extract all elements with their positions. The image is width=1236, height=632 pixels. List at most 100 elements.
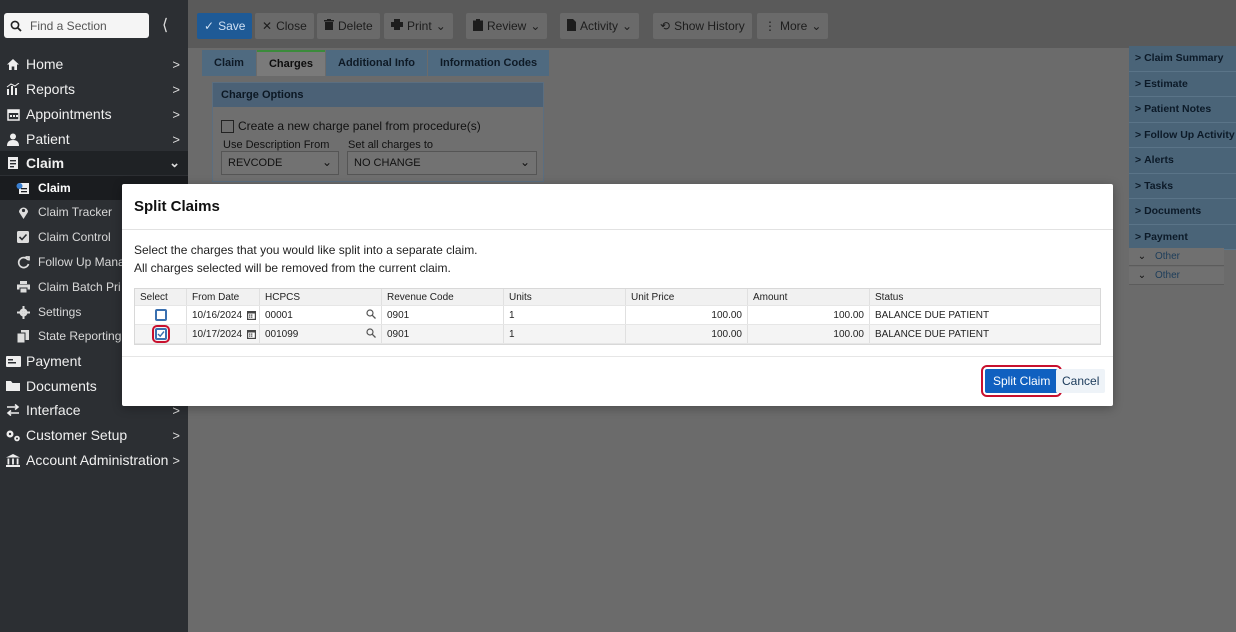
calendar-icon xyxy=(0,108,26,121)
use-description-label: Use Description From xyxy=(223,139,330,151)
bank-icon xyxy=(0,453,26,467)
rp-alerts[interactable]: > Alerts xyxy=(1129,148,1236,174)
row-select-checkbox[interactable] xyxy=(151,325,170,343)
nav-appointments[interactable]: Appointments > xyxy=(0,102,188,126)
dialog-title: Split Claims xyxy=(134,198,220,215)
set-all-charges-select[interactable]: NO CHANGE ⌄ xyxy=(347,151,537,175)
chevron-right-icon: > xyxy=(1135,103,1142,116)
nav-customer-setup[interactable]: Customer Setup > xyxy=(0,423,188,447)
chevron-right-icon: > xyxy=(172,427,180,443)
other-label: Other xyxy=(1155,270,1181,281)
trash-icon xyxy=(324,19,334,33)
chevron-down-icon: ⌄ xyxy=(622,19,633,33)
chevron-down-icon: ⌄ xyxy=(1137,251,1147,262)
calendar-icon[interactable] xyxy=(247,310,257,320)
amount-cell: 100.00 xyxy=(748,306,870,324)
nav-patient[interactable]: Patient > xyxy=(0,127,188,151)
print-button[interactable]: Print ⌄ xyxy=(384,13,453,39)
right-panel: > Claim Summary > Estimate > Patient Not… xyxy=(1129,46,1236,250)
save-button[interactable]: ✓ Save xyxy=(197,13,253,39)
calendar-icon[interactable] xyxy=(247,329,257,339)
rp-documents[interactable]: > Documents xyxy=(1129,199,1236,225)
toolbar: ✓ Save ✕ Close Delete Print ⌄ Review ⌄ A… xyxy=(188,0,1236,48)
column-header[interactable]: Amount xyxy=(748,289,870,305)
use-description-select[interactable]: REVCODE ⌄ xyxy=(221,151,339,175)
activity-button[interactable]: Activity ⌄ xyxy=(560,13,640,39)
rp-follow-up-activity[interactable]: > Follow Up Activity xyxy=(1129,123,1236,148)
search-placeholder: Find a Section xyxy=(30,18,107,33)
rp-label: Patient Notes xyxy=(1144,103,1212,116)
search-icon[interactable] xyxy=(366,327,376,341)
column-header[interactable]: Select xyxy=(135,289,187,305)
split-claims-dialog: Split Claims Select the charges that you… xyxy=(122,184,1113,406)
chevron-down-icon: ⌄ xyxy=(1137,270,1147,281)
section-search-input[interactable]: Find a Section xyxy=(4,13,149,38)
pin-icon xyxy=(0,206,38,219)
refresh-icon xyxy=(0,255,38,269)
cancel-button[interactable]: Cancel xyxy=(1056,369,1106,393)
review-label: Review xyxy=(487,19,527,33)
payment-icon xyxy=(0,355,26,367)
chevron-down-icon: ⌄ xyxy=(811,19,822,33)
from-date-cell: 10/17/2024 xyxy=(187,325,260,343)
column-header[interactable]: Revenue Code xyxy=(382,289,504,305)
rp-payment[interactable]: > Payment xyxy=(1129,225,1236,250)
chevron-down-icon: ⌄ xyxy=(321,155,332,169)
rp-label: Tasks xyxy=(1144,179,1174,192)
chevron-right-icon: > xyxy=(172,106,180,122)
column-header[interactable]: Unit Price xyxy=(626,289,748,305)
rp-estimate[interactable]: > Estimate xyxy=(1129,72,1236,97)
units-cell: 1 xyxy=(504,306,626,324)
column-header[interactable]: HCPCS xyxy=(260,289,382,305)
gears-icon xyxy=(0,429,26,442)
nav-label: Interface xyxy=(26,402,81,418)
show-history-button[interactable]: ⟲ Show History xyxy=(653,13,752,39)
nav-home[interactable]: Home > xyxy=(0,52,188,76)
tab-information-codes[interactable]: Information Codes xyxy=(427,50,550,76)
column-header[interactable]: Status xyxy=(870,289,1100,305)
row-select-checkbox[interactable] xyxy=(154,309,167,321)
tab-charges[interactable]: Charges xyxy=(256,50,325,76)
checkbox[interactable] xyxy=(221,119,234,133)
nav-label: Payment xyxy=(26,353,82,369)
divider xyxy=(122,229,1113,230)
gear-icon xyxy=(0,305,38,319)
nav-account-admin[interactable]: Account Administration > xyxy=(0,448,188,472)
select-value: REVCODE xyxy=(228,157,283,169)
nav-reports[interactable]: Reports > xyxy=(0,77,188,101)
split-claim-button[interactable]: Split Claim xyxy=(980,365,1063,397)
chevron-right-icon: > xyxy=(1135,128,1142,141)
chevron-right-icon: > xyxy=(172,131,180,147)
collapse-sidebar-icon[interactable]: ⟨ xyxy=(162,15,168,35)
column-header[interactable]: From Date xyxy=(187,289,260,305)
chevron-right-icon: > xyxy=(1135,205,1142,218)
from-date: 10/17/2024 xyxy=(192,328,243,340)
rp-tasks[interactable]: > Tasks xyxy=(1129,174,1236,199)
tab-additional-info[interactable]: Additional Info xyxy=(326,50,427,76)
table-row[interactable]: 10/17/2024 001099 0901 1 100.00 100.00 B… xyxy=(135,325,1100,344)
other-row[interactable]: ⌄ Other xyxy=(1129,248,1224,266)
printer-icon xyxy=(0,281,38,293)
user-icon xyxy=(0,133,26,146)
other-row[interactable]: ⌄ Other xyxy=(1129,267,1224,285)
rp-patient-notes[interactable]: > Patient Notes xyxy=(1129,97,1236,123)
table-row[interactable]: 10/16/2024 00001 0901 1 100.00 100.00 BA… xyxy=(135,306,1100,325)
chevron-right-icon: > xyxy=(1135,77,1142,90)
reports-icon xyxy=(0,83,26,95)
create-charge-panel-checkbox[interactable]: Create a new charge panel from procedure… xyxy=(221,119,481,133)
select-value: NO CHANGE xyxy=(354,157,421,169)
close-label: Close xyxy=(276,19,307,33)
more-button[interactable]: ⋮ More ⌄ xyxy=(757,13,829,39)
tab-claim[interactable]: Claim xyxy=(202,50,256,76)
search-icon[interactable] xyxy=(366,308,376,322)
review-button[interactable]: Review ⌄ xyxy=(466,13,548,39)
column-header[interactable]: Units xyxy=(504,289,626,305)
grid-header: Select From Date HCPCS Revenue Code Unit… xyxy=(135,289,1100,306)
show-history-label: Show History xyxy=(674,19,745,33)
rp-claim-summary[interactable]: > Claim Summary xyxy=(1129,46,1236,72)
select-cell xyxy=(135,325,187,343)
close-button[interactable]: ✕ Close xyxy=(255,13,314,39)
nav-claim[interactable]: Claim ⌄ xyxy=(0,151,188,175)
delete-button[interactable]: Delete xyxy=(317,13,380,39)
claim-icon xyxy=(0,182,38,195)
